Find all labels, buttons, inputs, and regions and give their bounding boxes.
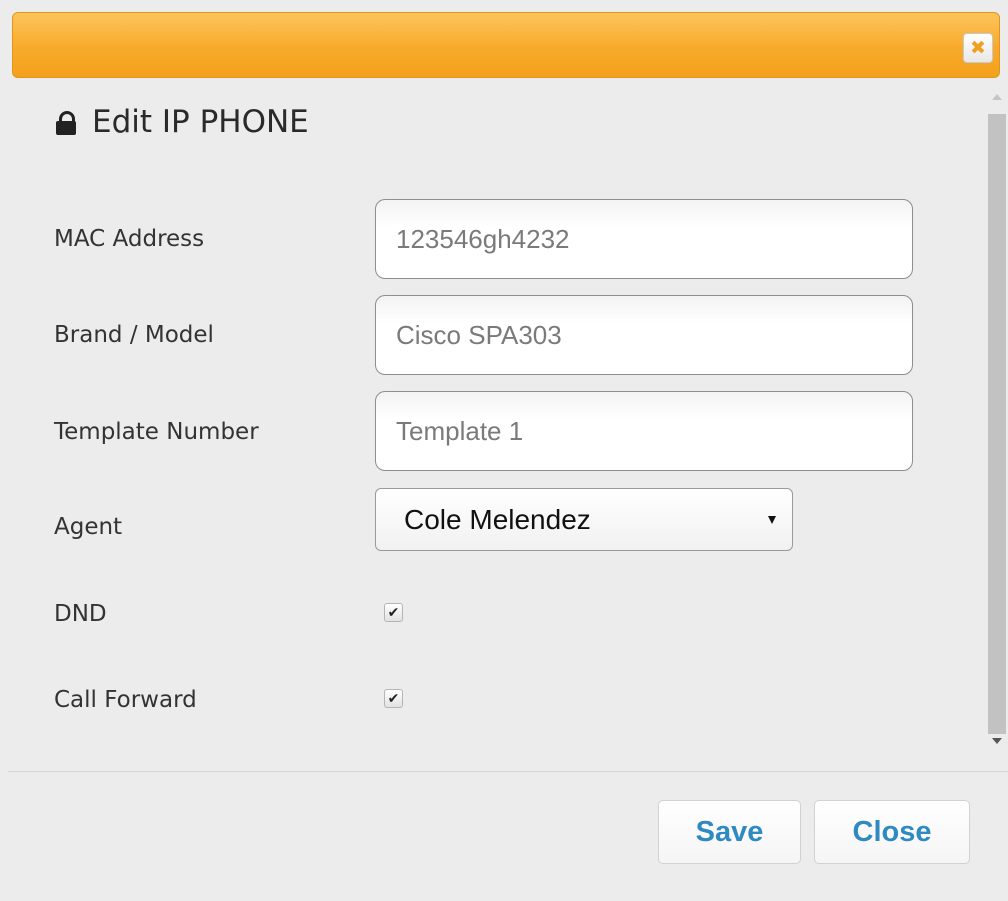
close-button[interactable]: Close (814, 800, 970, 864)
lock-icon (54, 107, 80, 137)
dnd-label: DND (54, 601, 107, 627)
scroll-thumb[interactable] (988, 114, 1006, 734)
checkmark-icon: ✔ (387, 690, 400, 707)
agent-select[interactable]: Cole Melendez (375, 488, 793, 551)
template-number-input[interactable] (375, 391, 913, 471)
agent-select-value: Cole Melendez (404, 503, 591, 535)
brand-model-label: Brand / Model (54, 322, 214, 348)
mac-address-label: MAC Address (54, 226, 205, 252)
dnd-checkbox[interactable]: ✔ (384, 603, 403, 622)
dialog-title-text: Edit IP PHONE (92, 104, 309, 140)
dialog-titlebar: ✖ (12, 12, 1000, 78)
checkmark-icon: ✔ (387, 604, 400, 621)
dropdown-arrow-icon (768, 516, 776, 524)
page-title: Edit IP PHONE (54, 104, 309, 140)
agent-label: Agent (54, 514, 123, 540)
content-scrollbar[interactable] (986, 82, 1008, 750)
call-forward-checkbox[interactable]: ✔ (384, 689, 403, 708)
close-icon[interactable]: ✖ (963, 33, 993, 63)
call-forward-label: Call Forward (54, 687, 197, 713)
template-number-label: Template Number (54, 419, 259, 445)
scroll-up-arrow-icon[interactable] (992, 94, 1002, 100)
brand-model-input[interactable] (375, 295, 913, 375)
edit-ip-phone-dialog: ✖ Edit IP PHONE MAC Address Brand / Mode… (0, 0, 1008, 901)
save-button[interactable]: Save (658, 800, 801, 864)
scroll-down-arrow-icon[interactable] (992, 738, 1002, 744)
footer-divider (8, 771, 1008, 772)
mac-address-input[interactable] (375, 199, 913, 279)
